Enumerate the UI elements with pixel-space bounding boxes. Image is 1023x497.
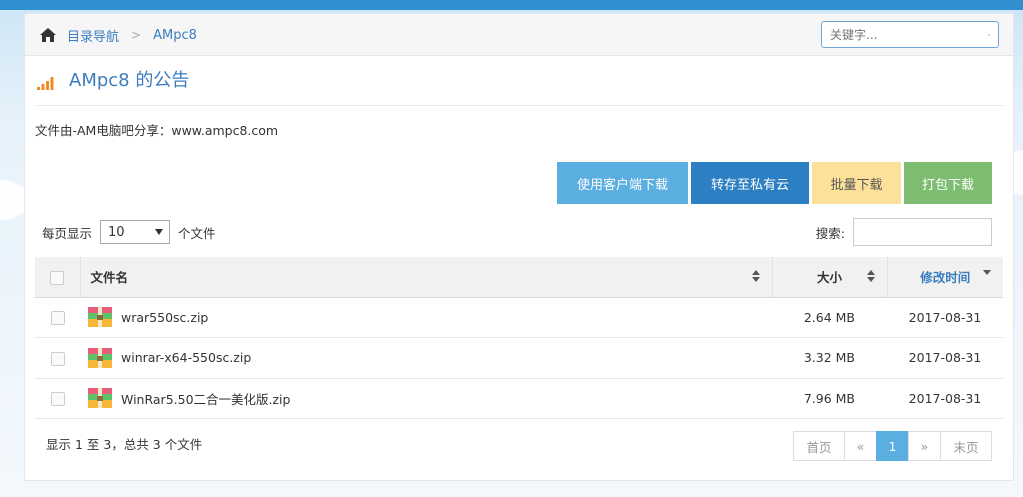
breadcrumb-current-link[interactable]: AMpc8 xyxy=(153,28,197,43)
pagination: 首页 « 1 » 末页 xyxy=(793,431,992,461)
page-length-value: 10 xyxy=(108,224,125,240)
home-icon[interactable] xyxy=(39,27,57,43)
header-size-label: 大小 xyxy=(816,270,842,286)
filter-input[interactable] xyxy=(853,218,992,246)
sort-desc-icon xyxy=(983,270,991,275)
zip-archive-icon xyxy=(88,307,112,328)
file-name-link[interactable]: wrar550sc.zip xyxy=(121,310,208,325)
batch-download-button[interactable]: 批量下载 xyxy=(812,162,901,204)
file-date: 2017-08-31 xyxy=(887,337,1003,379)
header-name[interactable]: 文件名 xyxy=(80,257,773,298)
pagination-last[interactable]: 末页 xyxy=(940,431,992,461)
pagination-next[interactable]: » xyxy=(908,431,941,461)
header-date-label: 修改时间 xyxy=(920,270,971,286)
row-select-cell xyxy=(35,378,80,419)
pagination-prev[interactable]: « xyxy=(844,431,877,461)
table-header-row: 文件名 大小 修改时间 xyxy=(35,257,1003,298)
file-name-cell: winrar-x64-550sc.zip xyxy=(80,337,772,379)
pagination-first[interactable]: 首页 xyxy=(793,431,845,461)
file-size: 3.32 MB xyxy=(772,337,887,379)
row-select-cell xyxy=(35,337,80,379)
page-length-control: 每页显示 10 个文件 xyxy=(42,220,216,244)
pagination-page-1[interactable]: 1 xyxy=(876,431,909,461)
file-name-cell: WinRar5.50二合一美化版.zip xyxy=(80,378,772,419)
file-name-link[interactable]: winrar-x64-550sc.zip xyxy=(121,350,251,365)
page-length-suffix: 个文件 xyxy=(178,225,216,241)
table-filter: 搜索: xyxy=(816,218,992,246)
file-table-wrapper: 文件名 大小 修改时间 wrar550sc.zip 2.64 MB 2017-0… xyxy=(35,257,1003,419)
breadcrumb-separator: > xyxy=(131,28,142,42)
page-length-select[interactable]: 10 xyxy=(100,220,171,244)
header-size[interactable]: 大小 xyxy=(772,257,888,298)
search-input[interactable] xyxy=(822,22,988,47)
save-to-cloud-button[interactable]: 转存至私有云 xyxy=(691,162,809,204)
header-name-label: 文件名 xyxy=(90,270,129,286)
table-row[interactable]: wrar550sc.zip 2.64 MB 2017-08-31 xyxy=(35,297,1003,338)
chevron-down-icon xyxy=(155,229,164,235)
table-info: 显示 1 至 3，总共 3 个文件 xyxy=(46,437,203,452)
file-name-link[interactable]: WinRar5.50二合一美化版.zip xyxy=(121,389,290,408)
file-size: 7.96 MB xyxy=(772,378,887,419)
action-buttons: 使用客户端下载 转存至私有云 批量下载 打包下载 xyxy=(557,162,992,204)
filter-label: 搜索: xyxy=(815,225,845,241)
file-date: 2017-08-31 xyxy=(887,297,1003,338)
top-bar: 目录导航 > AMpc8 xyxy=(25,14,1013,56)
search-box xyxy=(821,21,999,48)
zip-archive-icon xyxy=(88,388,112,409)
page-title-row: AMpc8 的公告 xyxy=(37,70,1003,106)
table-row[interactable]: winrar-x64-550sc.zip 3.32 MB 2017-08-31 xyxy=(35,337,1003,379)
page-title: AMpc8 的公告 xyxy=(69,70,190,91)
row-checkbox[interactable] xyxy=(50,311,65,325)
header-select-all xyxy=(35,257,81,298)
breadcrumb-root-link[interactable]: 目录导航 xyxy=(67,26,119,45)
notice-text: 文件由-AM电脑吧分享：www.ampc8.com xyxy=(35,123,279,138)
file-table: 文件名 大小 修改时间 wrar550sc.zip 2.64 MB 2017-0… xyxy=(35,257,1003,419)
page-length-prefix: 每页显示 xyxy=(42,225,93,241)
header-date[interactable]: 修改时间 xyxy=(887,257,1003,298)
row-select-cell xyxy=(35,297,80,338)
select-all-checkbox[interactable] xyxy=(50,270,65,285)
sort-icon xyxy=(751,270,760,282)
main-panel: 目录导航 > AMpc8 AMpc8 的公告 文件由-AM电脑吧分享：www.a… xyxy=(24,13,1014,481)
client-download-button[interactable]: 使用客户端下载 xyxy=(557,162,688,204)
file-date: 2017-08-31 xyxy=(887,378,1003,419)
signal-icon xyxy=(37,77,54,90)
search-icon[interactable] xyxy=(988,28,990,42)
row-checkbox[interactable] xyxy=(50,351,65,366)
table-row[interactable]: WinRar5.50二合一美化版.zip 7.96 MB 2017-08-31 xyxy=(35,378,1003,419)
file-name-cell: wrar550sc.zip xyxy=(80,297,772,338)
row-checkbox[interactable] xyxy=(50,392,65,406)
file-size: 2.64 MB xyxy=(772,297,887,338)
sort-icon xyxy=(866,270,875,282)
pack-download-button[interactable]: 打包下载 xyxy=(904,162,992,204)
breadcrumb: 目录导航 > AMpc8 xyxy=(39,14,197,56)
zip-archive-icon xyxy=(88,347,112,368)
